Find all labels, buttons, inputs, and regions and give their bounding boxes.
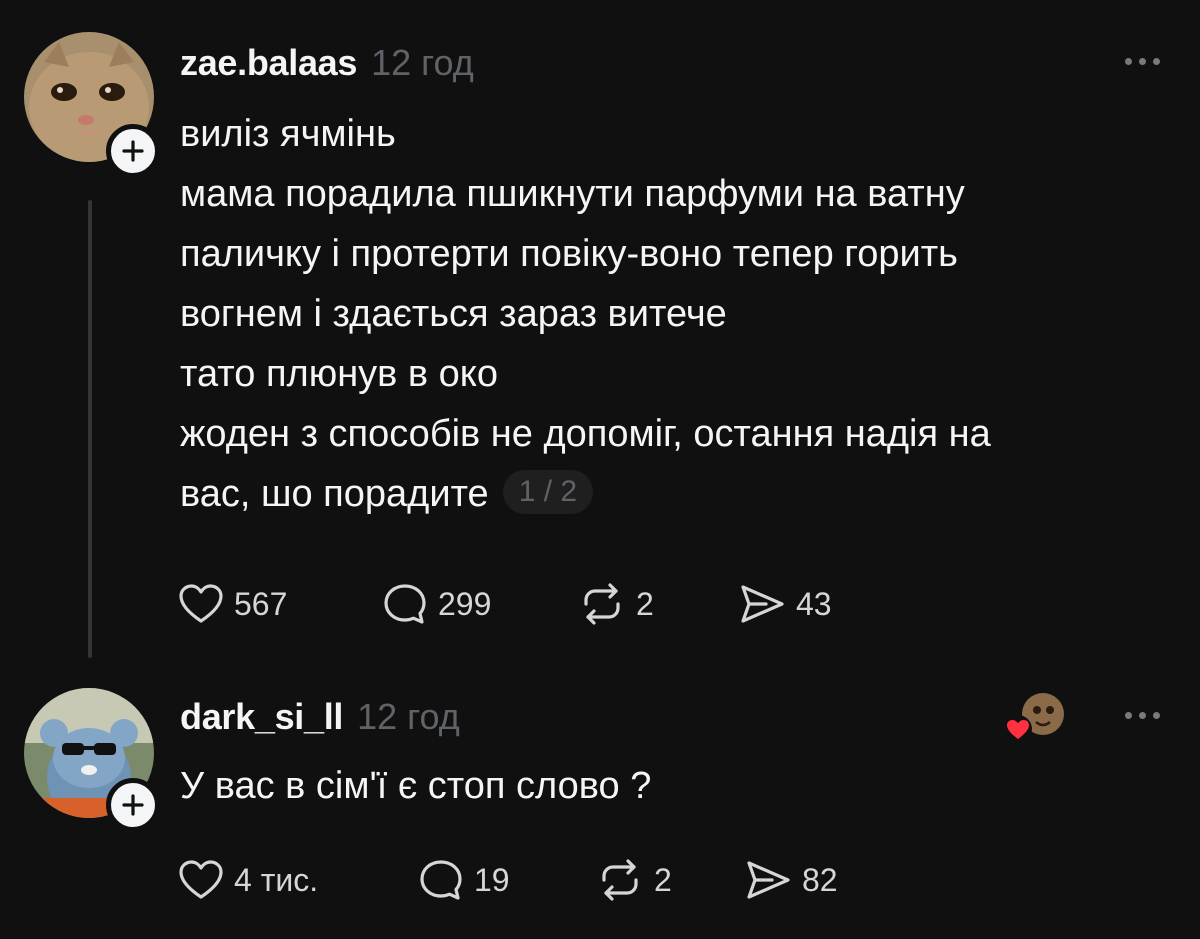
post-line-last: вас, шо порадите 1 / 2 [180, 464, 991, 524]
repost-icon [584, 583, 620, 625]
more-horizontal-icon [1125, 712, 1132, 719]
like-button[interactable]: 4 тис. [178, 859, 418, 901]
timestamp: 12 год [371, 42, 474, 83]
comment-count: 19 [474, 861, 510, 898]
share-button[interactable]: 82 [744, 858, 838, 902]
thread-post: zae.balaas 12 год виліз ячмінь мама пора… [0, 0, 1200, 660]
more-horizontal-icon [1125, 58, 1132, 65]
like-count: 567 [234, 585, 288, 622]
timestamp: 12 год [357, 696, 460, 737]
post-line: мама порадила пшикнути парфуми на ватну [180, 173, 965, 215]
share-button[interactable]: 43 [738, 582, 832, 626]
follow-button[interactable] [106, 124, 160, 178]
post-line: жоден з способів не допоміг, остання над… [180, 413, 991, 455]
username[interactable]: dark_si_ll [180, 696, 343, 738]
comment-button[interactable]: 19 [418, 858, 596, 902]
repost-count: 2 [636, 585, 654, 622]
heart-icon [179, 584, 223, 623]
post-body: У вас в сім'ї є стоп слово ? [180, 756, 651, 816]
more-options-button[interactable] [1125, 712, 1160, 719]
post-line: У вас в сім'ї є стоп слово ? [180, 765, 652, 807]
send-icon [741, 585, 784, 623]
post-header: zae.balaas 12 год [180, 42, 474, 84]
repost-button[interactable]: 2 [596, 858, 744, 902]
repost-button[interactable]: 2 [578, 582, 738, 626]
page-indicator: 1 / 2 [502, 469, 594, 514]
action-bar: 4 тис. 19 2 82 [178, 858, 838, 902]
follow-button[interactable] [106, 778, 160, 832]
post-line: тато плюнув в око [180, 353, 498, 395]
plus-icon [122, 794, 144, 816]
like-count: 4 тис. [234, 861, 319, 898]
like-button[interactable]: 567 [178, 583, 382, 625]
share-count: 43 [796, 585, 832, 622]
repost-icon [602, 859, 638, 901]
post-line: вогнем і здається зараз витече [180, 293, 727, 335]
thread-line [88, 200, 92, 658]
comment-bubble-icon [420, 860, 462, 900]
thread-reply: dark_si_ll 12 год У вас в сім'ї є стоп с… [0, 660, 1200, 939]
plus-icon [122, 140, 144, 162]
post-header: dark_si_ll 12 год [180, 696, 460, 738]
repost-count: 2 [654, 861, 672, 898]
post-line: виліз ячмінь [180, 113, 396, 155]
more-options-button[interactable] [1125, 58, 1160, 65]
share-count: 82 [802, 861, 838, 898]
send-icon [747, 861, 790, 899]
username[interactable]: zae.balaas [180, 42, 357, 84]
post-body: виліз ячмінь мама порадила пшикнути парф… [180, 104, 991, 524]
comment-button[interactable]: 299 [382, 582, 578, 626]
comment-count: 299 [438, 585, 492, 622]
heart-icon [179, 860, 223, 899]
liked-by-author-badge [1002, 688, 1068, 746]
comment-bubble-icon [384, 584, 426, 624]
action-bar: 567 299 2 43 [178, 582, 832, 626]
post-line: паличку і протерти повіку-воно тепер гор… [180, 233, 958, 275]
